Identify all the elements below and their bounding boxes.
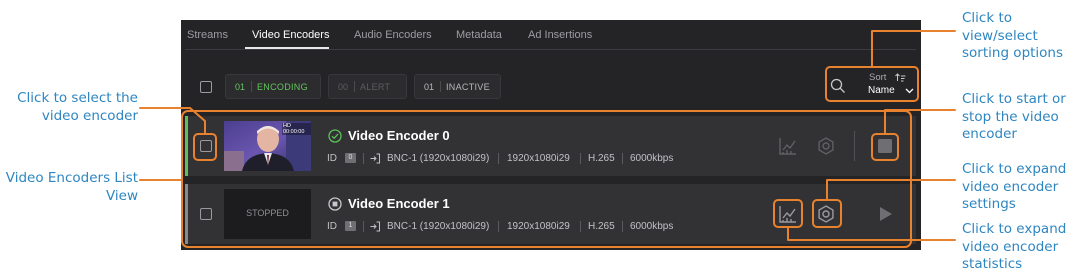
action-divider [854, 131, 855, 161]
input-source: BNC-1 (1920x1080i29) [387, 153, 490, 164]
codec: H.265 [588, 221, 615, 232]
filter-inactive-count: 01 [424, 82, 435, 92]
chevron-down-icon [905, 88, 914, 94]
meta-separator [580, 221, 581, 232]
callout-list-view: Video Encoders List View [5, 170, 138, 204]
check-circle-icon [328, 129, 342, 143]
tab-ad-insertions[interactable]: Ad Insertions [528, 29, 592, 41]
callout-start-stop: Click to start or stop the video encoder [962, 91, 1066, 142]
filter-separator [251, 81, 252, 92]
status-indicator [185, 116, 188, 176]
meta-separator [580, 153, 581, 164]
meta-separator [498, 221, 499, 232]
callout-statistics: Click to expand video encoder statistics [962, 221, 1067, 272]
stop-circle-icon [328, 197, 342, 211]
video-encoders-panel: Streams Video Encoders Audio Encoders Me… [181, 20, 921, 250]
sort-value: Name [868, 85, 895, 96]
codec: H.265 [588, 153, 615, 164]
sort-control[interactable]: Sort Name [828, 70, 918, 100]
meta-separator [363, 221, 364, 232]
id-label: ID [327, 221, 337, 232]
meta-separator [622, 221, 623, 232]
thumbnail-status-text: STOPPED [246, 208, 289, 218]
filter-alert-label: ALERT [360, 82, 391, 92]
filter-separator [354, 81, 355, 92]
tab-audio-encoders[interactable]: Audio Encoders [354, 29, 432, 41]
statistics-icon[interactable] [779, 205, 797, 223]
filter-alert-count: 00 [338, 82, 349, 92]
encoder-row[interactable]: HD 00:00:00 Video Encoder 0 ID 0 BNC-1 (… [185, 116, 916, 176]
statistics-icon[interactable] [779, 137, 797, 155]
tab-metadata[interactable]: Metadata [456, 29, 502, 41]
bitrate: 6000kbps [630, 221, 674, 232]
meta-separator [363, 153, 364, 164]
callout-settings: Click to expand video encoder settings [962, 161, 1067, 212]
bitrate: 6000kbps [630, 153, 674, 164]
video-thumbnail: STOPPED [224, 189, 311, 239]
resolution: 1920x1080i29 [507, 153, 570, 164]
encoder-name[interactable]: Video Encoder 1 [348, 196, 450, 211]
encoder-select-checkbox[interactable] [200, 140, 212, 152]
tab-streams[interactable]: Streams [187, 29, 228, 41]
thumbnail-overlay-text: HD 00:00:00 [282, 123, 311, 135]
filter-encoding-label: ENCODING [257, 82, 308, 92]
tab-bar: Streams Video Encoders Audio Encoders Me… [181, 20, 921, 50]
input-source-icon [370, 221, 380, 232]
callout-select-encoder: Click to select the video encoder [17, 90, 138, 124]
sort-order-icon [895, 73, 906, 82]
play-icon[interactable] [880, 207, 892, 221]
tab-video-encoders[interactable]: Video Encoders [252, 29, 329, 41]
encoder-select-checkbox[interactable] [200, 208, 212, 220]
tab-divider [185, 49, 916, 50]
encoder-name[interactable]: Video Encoder 0 [348, 128, 450, 143]
video-thumbnail: HD 00:00:00 [224, 121, 311, 171]
sort-label: Sort [869, 72, 887, 83]
stop-icon[interactable] [878, 139, 892, 153]
id-badge: 0 [345, 153, 356, 163]
filter-encoding-count: 01 [235, 82, 246, 92]
settings-gear-icon[interactable] [817, 205, 835, 223]
input-source-icon [370, 153, 380, 164]
filter-inactive-label: INACTIVE [446, 82, 490, 92]
filter-encoding-button[interactable]: 01 ENCODING [225, 74, 321, 99]
id-badge: 1 [345, 221, 356, 231]
resolution: 1920x1080i29 [507, 221, 570, 232]
id-label: ID [327, 153, 337, 164]
select-all-checkbox[interactable] [200, 81, 212, 93]
status-indicator [185, 184, 188, 244]
encoder-row[interactable]: STOPPED Video Encoder 1 ID 1 BNC-1 (1920… [185, 184, 916, 244]
filter-separator [440, 81, 441, 92]
meta-separator [622, 153, 623, 164]
settings-gear-icon[interactable] [817, 137, 835, 155]
filter-alert-button[interactable]: 00 ALERT [328, 74, 407, 99]
filter-inactive-button[interactable]: 01 INACTIVE [414, 74, 501, 99]
input-source: BNC-1 (1920x1080i29) [387, 221, 490, 232]
meta-separator [498, 153, 499, 164]
callout-sort-options: Click to view/select sorting options [962, 10, 1064, 61]
